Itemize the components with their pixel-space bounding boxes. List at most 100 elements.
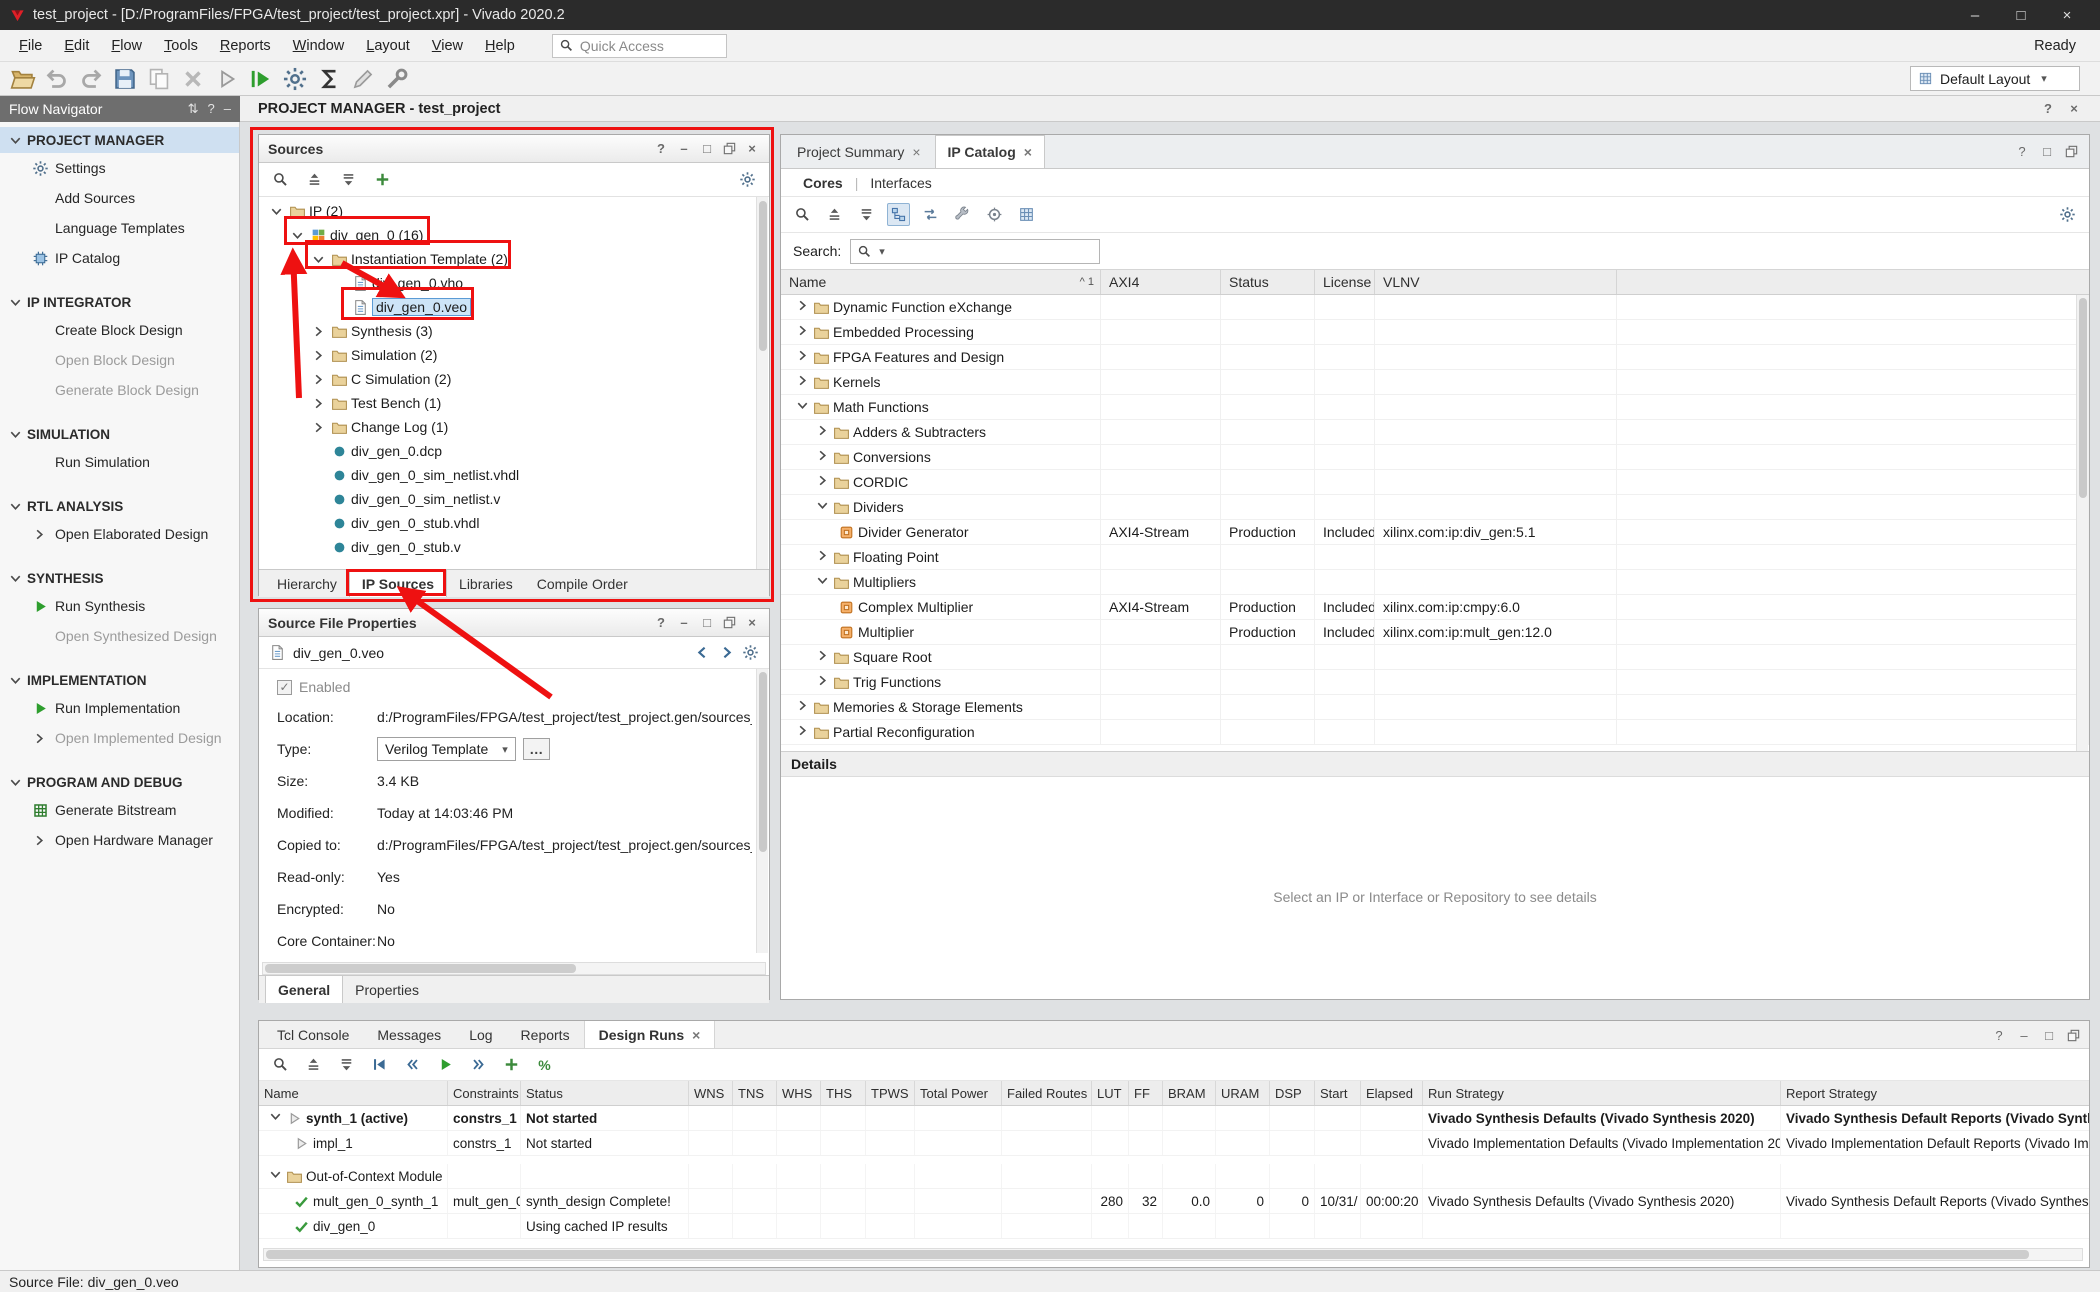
close-icon[interactable]: × bbox=[744, 615, 760, 630]
flownav-section-header-synthesis[interactable]: SYNTHESIS bbox=[0, 565, 239, 591]
layout-select[interactable]: Default Layout ▾ bbox=[1910, 66, 2080, 91]
catalog-row-conversions[interactable]: Conversions bbox=[781, 445, 2089, 470]
catalog-row-divider-generator[interactable]: Divider GeneratorAXI4-StreamProductionIn… bbox=[781, 520, 2089, 545]
step-back-button[interactable] bbox=[401, 1053, 424, 1076]
tree-row-synthesis[interactable]: Synthesis (3) bbox=[259, 319, 769, 343]
menu-file[interactable]: File bbox=[8, 33, 53, 59]
help-icon[interactable]: ? bbox=[2014, 144, 2030, 159]
enabled-checkbox[interactable]: ✓ bbox=[277, 680, 292, 695]
help-icon[interactable]: ? bbox=[653, 141, 669, 156]
design-run-row-div-gen-0[interactable]: div_gen_0Using cached IP results bbox=[259, 1214, 2089, 1239]
tree-row-div-gen-0-stub-v[interactable]: div_gen_0_stub.v bbox=[259, 535, 769, 559]
undo-icon[interactable] bbox=[44, 66, 70, 92]
menu-view[interactable]: View bbox=[421, 33, 474, 59]
menu-reports[interactable]: Reports bbox=[209, 33, 282, 59]
tree-row-div-gen-0-dcp[interactable]: div_gen_0.dcp bbox=[259, 439, 769, 463]
wand-icon[interactable] bbox=[384, 66, 410, 92]
float-icon[interactable] bbox=[722, 141, 737, 156]
column-header-wns[interactable]: WNS bbox=[689, 1081, 733, 1105]
bottom-tab-design-runs[interactable]: Design Runs× bbox=[584, 1021, 716, 1048]
flownav-section-header-implementation[interactable]: IMPLEMENTATION bbox=[0, 667, 239, 693]
horizontal-scrollbar[interactable] bbox=[262, 962, 766, 975]
minimize-icon[interactable]: – bbox=[2016, 1028, 2032, 1043]
close-icon[interactable]: × bbox=[692, 1027, 700, 1043]
redo-icon[interactable] bbox=[78, 66, 104, 92]
column-header-status[interactable]: Status bbox=[1221, 270, 1315, 294]
catalog-row-adders-subtracters[interactable]: Adders & Subtracters bbox=[781, 420, 2089, 445]
column-header-total-power[interactable]: Total Power bbox=[915, 1081, 1002, 1105]
column-header-lut[interactable]: LUT bbox=[1092, 1081, 1129, 1105]
flownav-item-open-elaborated-design[interactable]: Open Elaborated Design bbox=[0, 519, 239, 549]
step-forward-button[interactable] bbox=[467, 1053, 490, 1076]
horizontal-scrollbar[interactable] bbox=[263, 1248, 2083, 1261]
collapse-all-icon[interactable]: ⇅ bbox=[188, 101, 199, 117]
catalog-row-dynamic-function-exchange[interactable]: Dynamic Function eXchange bbox=[781, 295, 2089, 320]
catalog-row-dividers[interactable]: Dividers bbox=[781, 495, 2089, 520]
catalog-row-embedded-processing[interactable]: Embedded Processing bbox=[781, 320, 2089, 345]
source-file-properties-header[interactable]: Source File Properties ? – □ × bbox=[259, 609, 769, 637]
flownav-item-generate-bitstream[interactable]: Generate Bitstream bbox=[0, 795, 239, 825]
column-header-whs[interactable]: WHS bbox=[777, 1081, 821, 1105]
sum-icon[interactable] bbox=[316, 66, 342, 92]
column-header-axi4[interactable]: AXI4 bbox=[1101, 270, 1221, 294]
design-run-row-impl-1[interactable]: impl_1constrs_1Not startedVivado Impleme… bbox=[259, 1131, 2089, 1156]
tree-row-div-gen-0-sim-netlist-v[interactable]: div_gen_0_sim_netlist.v bbox=[259, 487, 769, 511]
grid-button[interactable] bbox=[1015, 203, 1038, 226]
tree-row-div-gen-0-veo[interactable]: div_gen_0.veo bbox=[259, 295, 769, 319]
catalog-row-memories-storage-elements[interactable]: Memories & Storage Elements bbox=[781, 695, 2089, 720]
tree-row-instantiation-template[interactable]: Instantiation Template (2) bbox=[259, 247, 769, 271]
catalog-row-multipliers[interactable]: Multipliers bbox=[781, 570, 2089, 595]
help-icon[interactable]: ? bbox=[208, 101, 215, 117]
tree-row-div-gen-0-vho[interactable]: div_gen_0.vho bbox=[259, 271, 769, 295]
target-button[interactable] bbox=[983, 203, 1006, 226]
column-header-status[interactable]: Status bbox=[521, 1081, 689, 1105]
view-tab-cores[interactable]: Cores bbox=[791, 175, 855, 191]
settings-button[interactable] bbox=[736, 168, 759, 191]
document-tab-ip-catalog[interactable]: IP Catalog× bbox=[935, 135, 1045, 168]
tree-row-div-gen-0[interactable]: div_gen_0 (16) bbox=[259, 223, 769, 247]
wrench-button[interactable] bbox=[951, 203, 974, 226]
magnifier-button[interactable] bbox=[269, 1053, 292, 1076]
bottom-tab-reports[interactable]: Reports bbox=[507, 1021, 584, 1048]
back-icon[interactable] bbox=[694, 644, 711, 661]
column-header-tns[interactable]: TNS bbox=[733, 1081, 777, 1105]
flownav-item-create-block-design[interactable]: Create Block Design bbox=[0, 315, 239, 345]
column-header-failed-routes[interactable]: Failed Routes bbox=[1002, 1081, 1092, 1105]
properties-tab-general[interactable]: General bbox=[265, 976, 343, 1003]
scrollbar[interactable] bbox=[756, 669, 768, 953]
maximize-window-button[interactable]: □ bbox=[1998, 0, 2044, 30]
minimize-icon[interactable]: – bbox=[676, 615, 692, 630]
flownav-section-header-program-and-debug[interactable]: PROGRAM AND DEBUG bbox=[0, 769, 239, 795]
catalog-row-square-root[interactable]: Square Root bbox=[781, 645, 2089, 670]
expand-all-button[interactable] bbox=[337, 168, 360, 191]
flownav-item-language-templates[interactable]: Language Templates bbox=[0, 213, 239, 243]
sources-tab-compile-order[interactable]: Compile Order bbox=[525, 570, 640, 597]
column-header-run-strategy[interactable]: Run Strategy bbox=[1423, 1081, 1781, 1105]
tree-row-c-simulation[interactable]: C Simulation (2) bbox=[259, 367, 769, 391]
flownav-section-header-ip-integrator[interactable]: IP INTEGRATOR bbox=[0, 289, 239, 315]
maximize-icon[interactable]: □ bbox=[699, 615, 715, 630]
properties-tab-properties[interactable]: Properties bbox=[343, 976, 431, 1003]
plus-button[interactable] bbox=[371, 168, 394, 191]
edit-icon[interactable] bbox=[350, 66, 376, 92]
view-tab-interfaces[interactable]: Interfaces bbox=[858, 175, 943, 191]
tree-row-test-bench[interactable]: Test Bench (1) bbox=[259, 391, 769, 415]
flownav-item-open-synthesized-design[interactable]: Open Synthesized Design bbox=[0, 621, 239, 651]
settings-button[interactable] bbox=[2056, 203, 2079, 226]
catalog-row-trig-functions[interactable]: Trig Functions bbox=[781, 670, 2089, 695]
column-header-constraints[interactable]: Constraints bbox=[448, 1081, 521, 1105]
forward-icon[interactable] bbox=[718, 644, 735, 661]
column-header-uram[interactable]: URAM bbox=[1216, 1081, 1270, 1105]
copy-icon[interactable] bbox=[146, 66, 172, 92]
column-header-ff[interactable]: FF bbox=[1129, 1081, 1163, 1105]
float-icon[interactable] bbox=[722, 615, 737, 630]
float-icon[interactable] bbox=[2066, 1028, 2081, 1043]
float-icon[interactable] bbox=[2064, 144, 2079, 159]
catalog-row-fpga-features-and-design[interactable]: FPGA Features and Design bbox=[781, 345, 2089, 370]
sources-tab-libraries[interactable]: Libraries bbox=[447, 570, 525, 597]
catalog-row-partial-reconfiguration[interactable]: Partial Reconfiguration bbox=[781, 720, 2089, 745]
close-icon[interactable]: × bbox=[1024, 144, 1032, 160]
close-icon[interactable]: × bbox=[2066, 101, 2082, 116]
expand-all-button[interactable] bbox=[335, 1053, 358, 1076]
menu-window[interactable]: Window bbox=[282, 33, 356, 59]
